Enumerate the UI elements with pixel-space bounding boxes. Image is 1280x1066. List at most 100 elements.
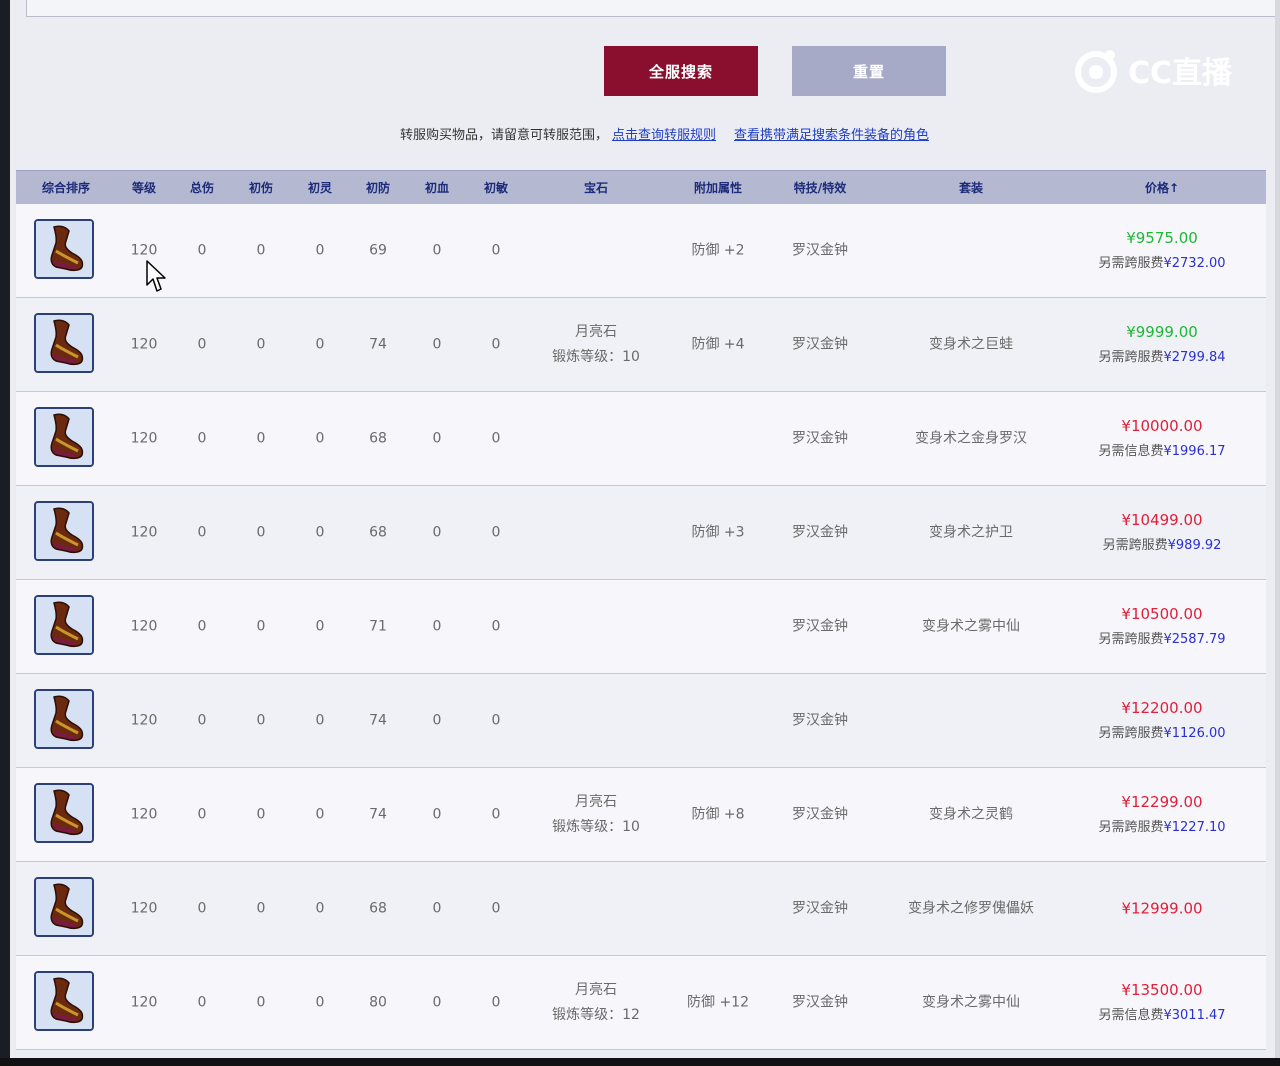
- cell-chufang: 68: [369, 900, 387, 917]
- fee-label: 另需跨服费: [1098, 820, 1164, 835]
- column-header-7[interactable]: 初敏: [484, 171, 508, 205]
- item-thumbnail[interactable]: [34, 407, 94, 467]
- boots-icon: [36, 973, 92, 1029]
- cell-level: 120: [130, 336, 158, 353]
- cell-level: 120: [130, 712, 158, 729]
- column-header-3[interactable]: 初伤: [249, 171, 273, 205]
- cell-price: ¥12299.00 另需跨服费¥1227.10: [1098, 790, 1225, 840]
- reset-button[interactable]: 重置: [792, 46, 946, 96]
- cell-zongshang: 0: [197, 242, 207, 259]
- cell-chushang: 0: [256, 994, 266, 1011]
- cell-chufang: 68: [369, 524, 387, 541]
- gem-level: 锻炼等级：10: [552, 819, 640, 835]
- cell-price: ¥10499.00 另需跨服费¥989.92: [1103, 508, 1222, 558]
- cell-chushang: 0: [256, 242, 266, 259]
- column-header-8[interactable]: 宝石: [584, 171, 608, 205]
- cell-set: 变身术之金身罗汉: [915, 430, 1027, 447]
- extra-fee: 另需信息费¥3011.47: [1098, 1003, 1225, 1028]
- extra-fee: 另需跨服费¥989.92: [1103, 533, 1222, 558]
- cell-chufang: 74: [369, 806, 387, 823]
- item-thumbnail[interactable]: [34, 595, 94, 655]
- item-thumbnail[interactable]: [34, 313, 94, 373]
- cell-chuxue: 0: [432, 806, 442, 823]
- price-value: ¥12200.00: [1121, 699, 1203, 717]
- fee-value: ¥989.92: [1167, 538, 1222, 553]
- column-header-4[interactable]: 初灵: [308, 171, 332, 205]
- cell-chumin: 0: [491, 524, 501, 541]
- search-all-servers-button[interactable]: 全服搜索: [604, 46, 758, 96]
- column-header-11[interactable]: 套装: [959, 171, 983, 205]
- table-row[interactable]: 120 0 0 0 74 0 0 月亮石 锻炼等级：10 防御 +8 罗汉金钟 变身术之灵鹤 ¥1…: [16, 768, 1266, 862]
- cell-level: 120: [130, 524, 158, 541]
- boots-icon: [36, 879, 92, 935]
- cell-gem: 月亮石 锻炼等级：12: [552, 978, 640, 1028]
- table-row[interactable]: 120 0 0 0 71 0 0 罗汉金钟 变身术之雾中仙 ¥10500.00 另需跨服费¥258…: [16, 580, 1266, 674]
- item-thumbnail[interactable]: [34, 501, 94, 561]
- table-row[interactable]: 120 0 0 0 74 0 0 罗汉金钟 ¥12200.00 另需跨服费¥1126.00: [16, 674, 1266, 768]
- gem-name: 月亮石: [574, 794, 617, 810]
- price-value: ¥10000.00: [1121, 417, 1203, 435]
- table-row[interactable]: 120 0 0 0 68 0 0 罗汉金钟 变身术之金身罗汉 ¥10000.00 另需信息费¥19…: [16, 392, 1266, 486]
- fee-value: ¥3011.47: [1163, 1008, 1226, 1023]
- fee-label: 另需跨服费: [1098, 726, 1164, 741]
- cell-chumin: 0: [491, 994, 501, 1011]
- cell-level: 120: [130, 430, 158, 447]
- column-header-12[interactable]: 价格↑: [1145, 171, 1179, 205]
- cell-chuling: 0: [315, 336, 325, 353]
- column-header-9[interactable]: 附加属性: [694, 171, 742, 205]
- cell-extra-attr: 防御 +4: [691, 336, 745, 353]
- cell-price: ¥12999.00: [1121, 897, 1202, 922]
- column-header-10[interactable]: 特技/特效: [794, 171, 846, 205]
- transfer-rules-link[interactable]: 点击查询转服规则: [612, 128, 716, 143]
- cell-extra-attr: 防御 +3: [691, 524, 745, 541]
- cell-set: 变身术之灵鹤: [929, 806, 1013, 823]
- item-thumbnail[interactable]: [34, 877, 94, 937]
- cell-zongshang: 0: [197, 618, 207, 635]
- item-thumbnail[interactable]: [34, 971, 94, 1031]
- cell-chufang: 68: [369, 430, 387, 447]
- cell-chumin: 0: [491, 618, 501, 635]
- column-header-5[interactable]: 初防: [366, 171, 390, 205]
- cell-level: 120: [130, 994, 158, 1011]
- item-thumbnail[interactable]: [34, 219, 94, 279]
- cell-chuxue: 0: [432, 242, 442, 259]
- item-thumbnail[interactable]: [34, 783, 94, 843]
- cell-chuling: 0: [315, 618, 325, 635]
- column-header-6[interactable]: 初血: [425, 171, 449, 205]
- fee-value: ¥2587.79: [1163, 632, 1226, 647]
- column-header-0[interactable]: 综合排序: [42, 171, 90, 205]
- cell-price: ¥10500.00 另需跨服费¥2587.79: [1098, 602, 1225, 652]
- view-roles-link[interactable]: 查看携带满足搜索条件装备的角色: [734, 128, 929, 143]
- fee-value: ¥2799.84: [1163, 350, 1226, 365]
- cell-chumin: 0: [491, 712, 501, 729]
- cell-skill: 罗汉金钟: [792, 336, 848, 353]
- cell-chuxue: 0: [432, 618, 442, 635]
- cell-zongshang: 0: [197, 994, 207, 1011]
- table-row[interactable]: 120 0 0 0 69 0 0 防御 +2 罗汉金钟 ¥9575.00 另需跨服费¥2732.0…: [16, 204, 1266, 298]
- cell-chuxue: 0: [432, 336, 442, 353]
- cell-skill: 罗汉金钟: [792, 524, 848, 541]
- column-header-2[interactable]: 总伤: [190, 171, 214, 205]
- column-header-1[interactable]: 等级: [132, 171, 156, 205]
- boots-icon: [36, 221, 92, 277]
- fee-label: 另需跨服费: [1098, 632, 1164, 647]
- table-row[interactable]: 120 0 0 0 74 0 0 月亮石 锻炼等级：10 防御 +4 罗汉金钟 变身术之巨蛙 ¥9…: [16, 298, 1266, 392]
- cell-zongshang: 0: [197, 900, 207, 917]
- item-thumbnail[interactable]: [34, 689, 94, 749]
- fee-label: 另需跨服费: [1098, 350, 1164, 365]
- result-table: 120 0 0 0 69 0 0 防御 +2 罗汉金钟 ¥9575.00 另需跨服费¥2732.0…: [16, 204, 1266, 1050]
- price-value: ¥13500.00: [1121, 981, 1203, 999]
- cell-gem: 月亮石 锻炼等级：10: [552, 790, 640, 840]
- table-row[interactable]: 120 0 0 0 68 0 0 防御 +3 罗汉金钟 变身术之护卫 ¥10499.00 另需跨服费…: [16, 486, 1266, 580]
- cell-gem: 月亮石 锻炼等级：10: [552, 320, 640, 370]
- cell-chumin: 0: [491, 336, 501, 353]
- search-form-box: [26, 0, 1275, 17]
- boots-icon: [36, 785, 92, 841]
- cell-chumin: 0: [491, 806, 501, 823]
- cell-set: 变身术之雾中仙: [922, 618, 1020, 635]
- table-row[interactable]: 120 0 0 0 68 0 0 罗汉金钟 变身术之修罗傀儡妖 ¥12999.00: [16, 862, 1266, 956]
- cell-price: ¥13500.00 另需信息费¥3011.47: [1098, 978, 1225, 1028]
- table-row[interactable]: 120 0 0 0 80 0 0 月亮石 锻炼等级：12 防御 +12 罗汉金钟 变身术之雾中仙 …: [16, 956, 1266, 1050]
- cell-chushang: 0: [256, 336, 266, 353]
- cell-set: 变身术之护卫: [929, 524, 1013, 541]
